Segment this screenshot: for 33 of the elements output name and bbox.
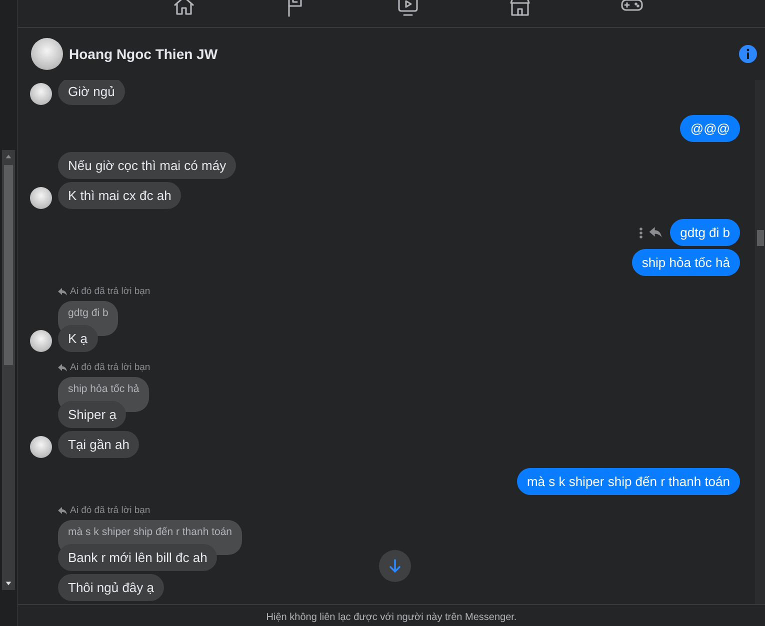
reply-note: Ai đó đã trả lời bạn: [70, 286, 150, 297]
scrollbar[interactable]: [755, 80, 765, 604]
message-bubble[interactable]: mà s k shiper ship đến r thanh toán: [516, 468, 740, 495]
more-icon[interactable]: [639, 226, 644, 238]
arrow-down-icon: [387, 558, 403, 574]
store-icon[interactable]: [508, 0, 532, 18]
message-bubble[interactable]: Bank r mới lên bill đc ah: [58, 544, 218, 571]
reply-note: Ai đó đã trả lời bạn: [70, 362, 150, 373]
video-icon[interactable]: [396, 0, 420, 18]
reply-icon: [58, 364, 67, 372]
message-bubble[interactable]: K ạ: [58, 325, 98, 352]
contact-name: Hoang Ngoc Thien JW: [69, 46, 219, 62]
reply-icon[interactable]: [649, 227, 662, 238]
message-bubble[interactable]: Thôi ngủ đây ạ: [58, 574, 164, 601]
scroll-down-button[interactable]: [379, 550, 411, 582]
scrollbar[interactable]: [2, 150, 15, 590]
scroll-up-icon[interactable]: [4, 152, 13, 161]
contact-avatar[interactable]: [31, 38, 63, 70]
unavailable-notice: Hiện không liên lạc được với người này trên Messenger.: [266, 612, 517, 623]
message-bubble[interactable]: ship hỏa tốc hả: [632, 249, 740, 276]
reply-icon: [58, 288, 67, 296]
message-bubble[interactable]: Tại gần ah: [58, 431, 140, 458]
message-bubble[interactable]: K thì mai cx đc ah: [58, 182, 182, 209]
message-bubble[interactable]: @@@: [680, 115, 740, 142]
message-bubble[interactable]: Nếu giờ cọc thì mai có máy: [58, 152, 236, 179]
home-icon[interactable]: [172, 0, 196, 18]
message-bubble[interactable]: Shiper ạ: [58, 401, 126, 428]
message-bubble[interactable]: gdtg đi b: [670, 219, 740, 246]
reply-icon: [58, 506, 67, 514]
message-bubble[interactable]: Giờ ngủ: [58, 80, 125, 105]
reply-note: Ai đó đã trả lời bạn: [70, 505, 150, 516]
info-icon[interactable]: [738, 44, 758, 64]
scroll-down-icon[interactable]: [4, 579, 13, 588]
